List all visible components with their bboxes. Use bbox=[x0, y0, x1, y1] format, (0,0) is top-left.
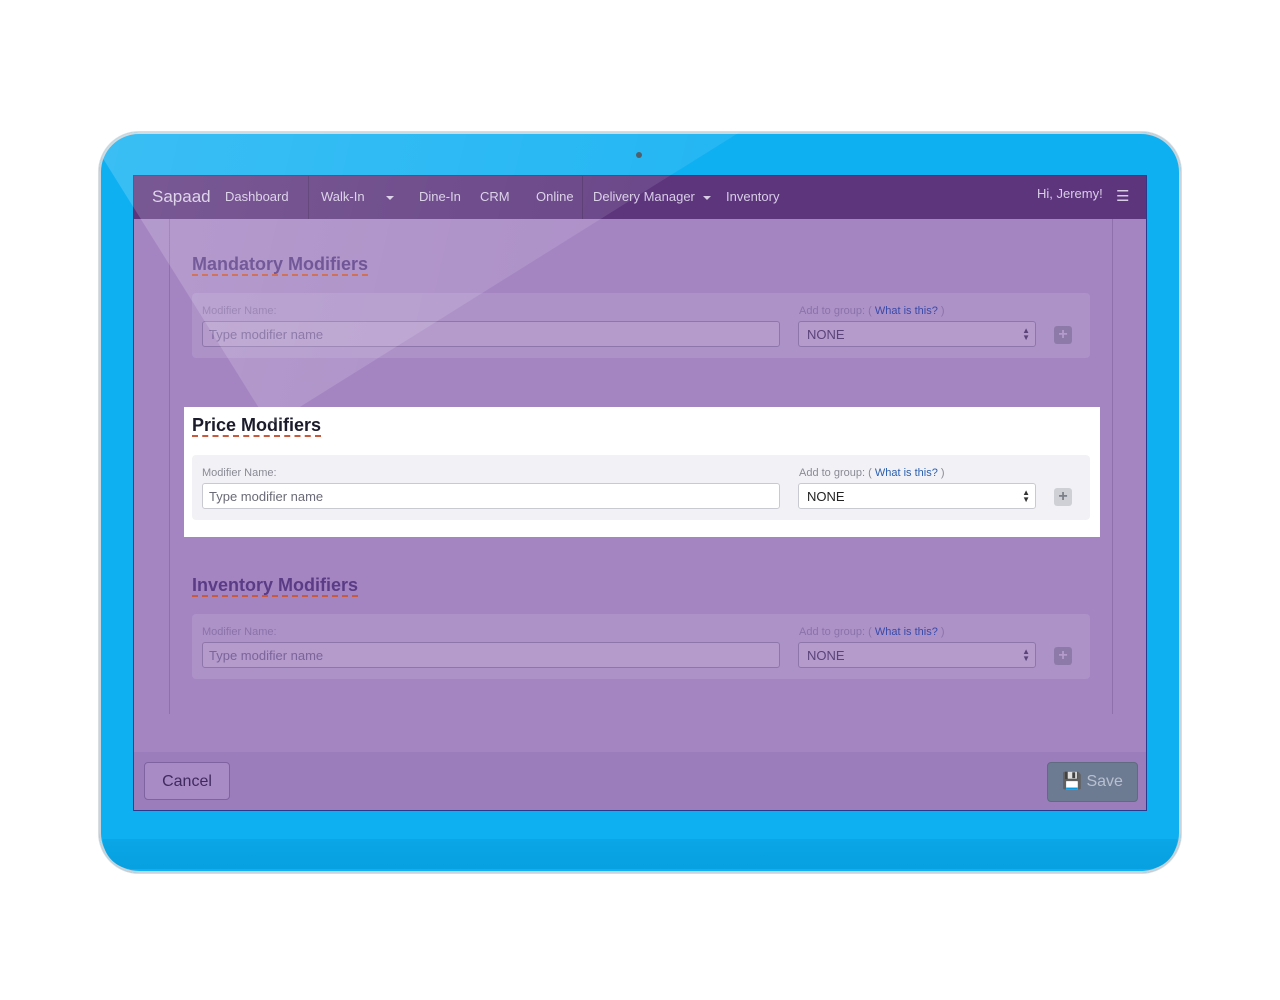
add-modifier-button[interactable]: + bbox=[1054, 488, 1072, 506]
save-button-label: Save bbox=[1086, 773, 1123, 790]
modifier-name-label: Modifier Name: bbox=[202, 467, 277, 479]
modifier-name-label: Modifier Name: bbox=[202, 626, 277, 638]
modifier-panel-price: Modifier Name: Add to group: ( What is t… bbox=[192, 455, 1090, 520]
what-is-this-link[interactable]: What is this? bbox=[875, 305, 938, 317]
modifier-name-input[interactable]: Type modifier name bbox=[202, 321, 780, 347]
add-to-group-suffix: ) bbox=[940, 626, 945, 638]
section-title-price: Price Modifiers bbox=[192, 415, 322, 437]
nav-dashboard[interactable]: Dashboard bbox=[225, 189, 289, 204]
add-modifier-button[interactable]: + bbox=[1054, 647, 1072, 665]
group-select-value: NONE bbox=[807, 648, 845, 663]
modifier-panel-inventory: Modifier Name: Add to group: ( What is t… bbox=[192, 614, 1090, 679]
nav-online[interactable]: Online bbox=[536, 189, 574, 204]
nav-walk-in[interactable]: Walk-In bbox=[321, 189, 365, 204]
group-select[interactable]: NONE ▲ ▼ bbox=[798, 321, 1036, 347]
brand-logo[interactable]: Sapaad bbox=[152, 187, 211, 207]
nav-divider bbox=[582, 176, 583, 219]
modifier-panel-mandatory: Modifier Name: Add to group: ( What is t… bbox=[192, 293, 1090, 358]
app-screen: Sapaad Dashboard Walk-In Dine-In CRM Onl… bbox=[133, 175, 1147, 811]
add-to-group-label: Add to group: ( What is this? ) bbox=[799, 467, 945, 479]
add-modifier-button[interactable]: + bbox=[1054, 326, 1072, 344]
chevron-down-icon bbox=[702, 195, 711, 200]
select-arrows-icon: ▲ ▼ bbox=[1022, 647, 1030, 663]
chevron-down-icon[interactable] bbox=[386, 196, 394, 200]
camera-icon bbox=[636, 152, 642, 158]
group-select[interactable]: NONE ▲ ▼ bbox=[798, 483, 1036, 509]
add-to-group-label: Add to group: ( What is this? ) bbox=[799, 626, 945, 638]
what-is-this-link[interactable]: What is this? bbox=[875, 467, 938, 479]
modifier-name-input[interactable]: Type modifier name bbox=[202, 642, 780, 668]
floppy-disk-icon: 💾 bbox=[1062, 773, 1082, 790]
add-to-group-prefix: Add to group: ( bbox=[799, 305, 872, 317]
nav-dine-in[interactable]: Dine-In bbox=[419, 189, 461, 204]
nav-delivery-manager-label: Delivery Manager bbox=[593, 189, 695, 204]
what-is-this-link[interactable]: What is this? bbox=[875, 626, 938, 638]
highlighted-section: Price Modifiers Modifier Name: Add to gr… bbox=[184, 407, 1100, 537]
cancel-button[interactable]: Cancel bbox=[144, 762, 230, 800]
select-arrows-icon: ▲ ▼ bbox=[1022, 488, 1030, 504]
modifier-name-label: Modifier Name: bbox=[202, 305, 277, 317]
nav-divider bbox=[308, 176, 309, 219]
nav-inventory[interactable]: Inventory bbox=[726, 189, 779, 204]
nav-delivery-manager[interactable]: Delivery Manager bbox=[593, 189, 711, 204]
section-title-inventory: Inventory Modifiers bbox=[192, 575, 359, 597]
nav-walk-in-label: Walk-In bbox=[321, 189, 365, 204]
save-button[interactable]: 💾 Save bbox=[1047, 762, 1138, 802]
add-to-group-prefix: Add to group: ( bbox=[799, 626, 872, 638]
nav-crm[interactable]: CRM bbox=[480, 189, 510, 204]
hamburger-icon[interactable]: ☰ bbox=[1116, 187, 1129, 205]
content-border-right bbox=[1112, 219, 1113, 714]
group-select[interactable]: NONE ▲ ▼ bbox=[798, 642, 1036, 668]
top-navbar: Sapaad Dashboard Walk-In Dine-In CRM Onl… bbox=[134, 176, 1146, 219]
modifier-name-input[interactable]: Type modifier name bbox=[202, 483, 780, 509]
add-to-group-suffix: ) bbox=[940, 467, 945, 479]
add-to-group-suffix: ) bbox=[940, 305, 945, 317]
content-border-left bbox=[169, 219, 170, 714]
add-to-group-prefix: Add to group: ( bbox=[799, 467, 872, 479]
group-select-value: NONE bbox=[807, 327, 845, 342]
select-arrows-icon: ▲ ▼ bbox=[1022, 326, 1030, 342]
add-to-group-label: Add to group: ( What is this? ) bbox=[799, 305, 945, 317]
section-title-mandatory: Mandatory Modifiers bbox=[192, 254, 369, 276]
group-select-value: NONE bbox=[807, 489, 845, 504]
action-footer: Cancel 💾 Save bbox=[134, 752, 1146, 810]
user-greeting[interactable]: Hi, Jeremy! bbox=[1037, 186, 1103, 201]
